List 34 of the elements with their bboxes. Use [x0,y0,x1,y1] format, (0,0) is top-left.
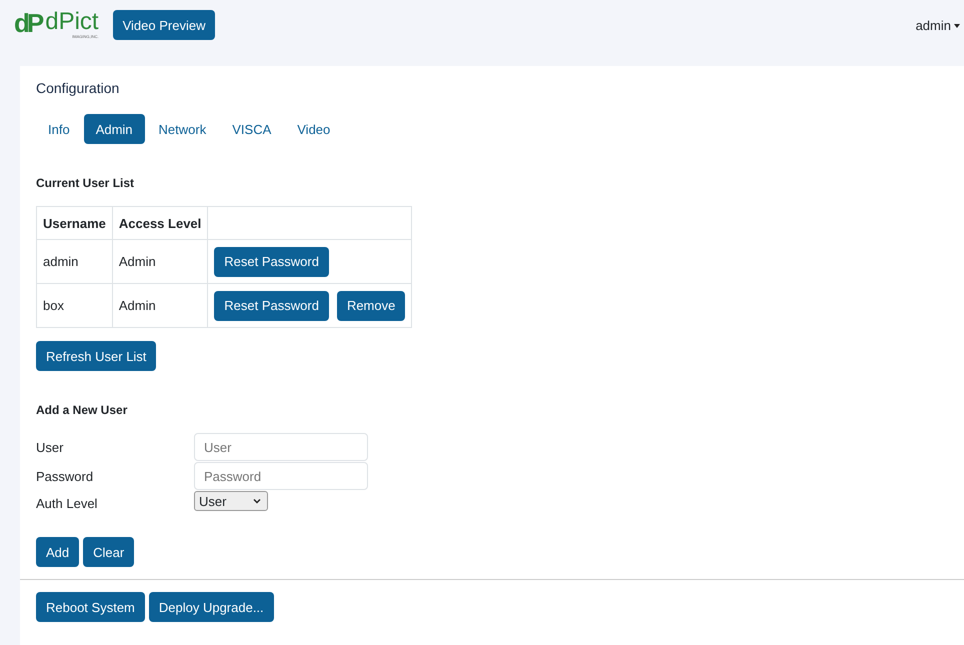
reset-password-button[interactable]: Reset Password [214,246,329,276]
video-preview-button[interactable]: Video Preview [112,10,216,40]
tab[interactable]: Admin [84,114,145,144]
logo-name: dPict [45,10,99,34]
field-label: Password [36,468,94,484]
input-field[interactable]: Password [194,462,368,490]
table-cell: admin [36,240,112,284]
refresh-button[interactable]: Refresh User List [36,341,156,371]
tab[interactable]: Video [285,114,342,144]
remove-button[interactable]: Remove [336,290,406,320]
reset-password-button[interactable]: Reset Password [214,290,329,320]
input-field[interactable]: User [194,433,368,461]
table-cell: Admin [112,240,208,284]
tab[interactable]: Info [36,114,82,144]
clear-button[interactable]: Clear [83,537,134,567]
tab[interactable]: Network [146,114,218,144]
caret-icon [954,24,960,28]
reboot-button[interactable]: Reboot System [36,592,145,622]
auth-level-select[interactable]: User [194,491,268,511]
tab[interactable]: VISCA [220,114,284,144]
column-header: Username [36,206,112,240]
deploy-upgrade-button[interactable]: Deploy Upgrade... [148,592,274,622]
table-cell: Admin [112,284,208,328]
table-cell: box [36,284,112,328]
section-heading: Current User List [36,176,134,190]
field-label: Auth Level [36,494,98,510]
section-title: Configuration [36,80,120,96]
chevron-icon [253,498,261,504]
field-label: User [36,440,64,454]
user-menu[interactable]: admin [916,18,960,33]
add-button[interactable]: Add [36,537,80,567]
section-heading: Add a New User [36,403,128,417]
column-header: Access Level [112,206,208,240]
logo-mark: dP [14,10,42,36]
